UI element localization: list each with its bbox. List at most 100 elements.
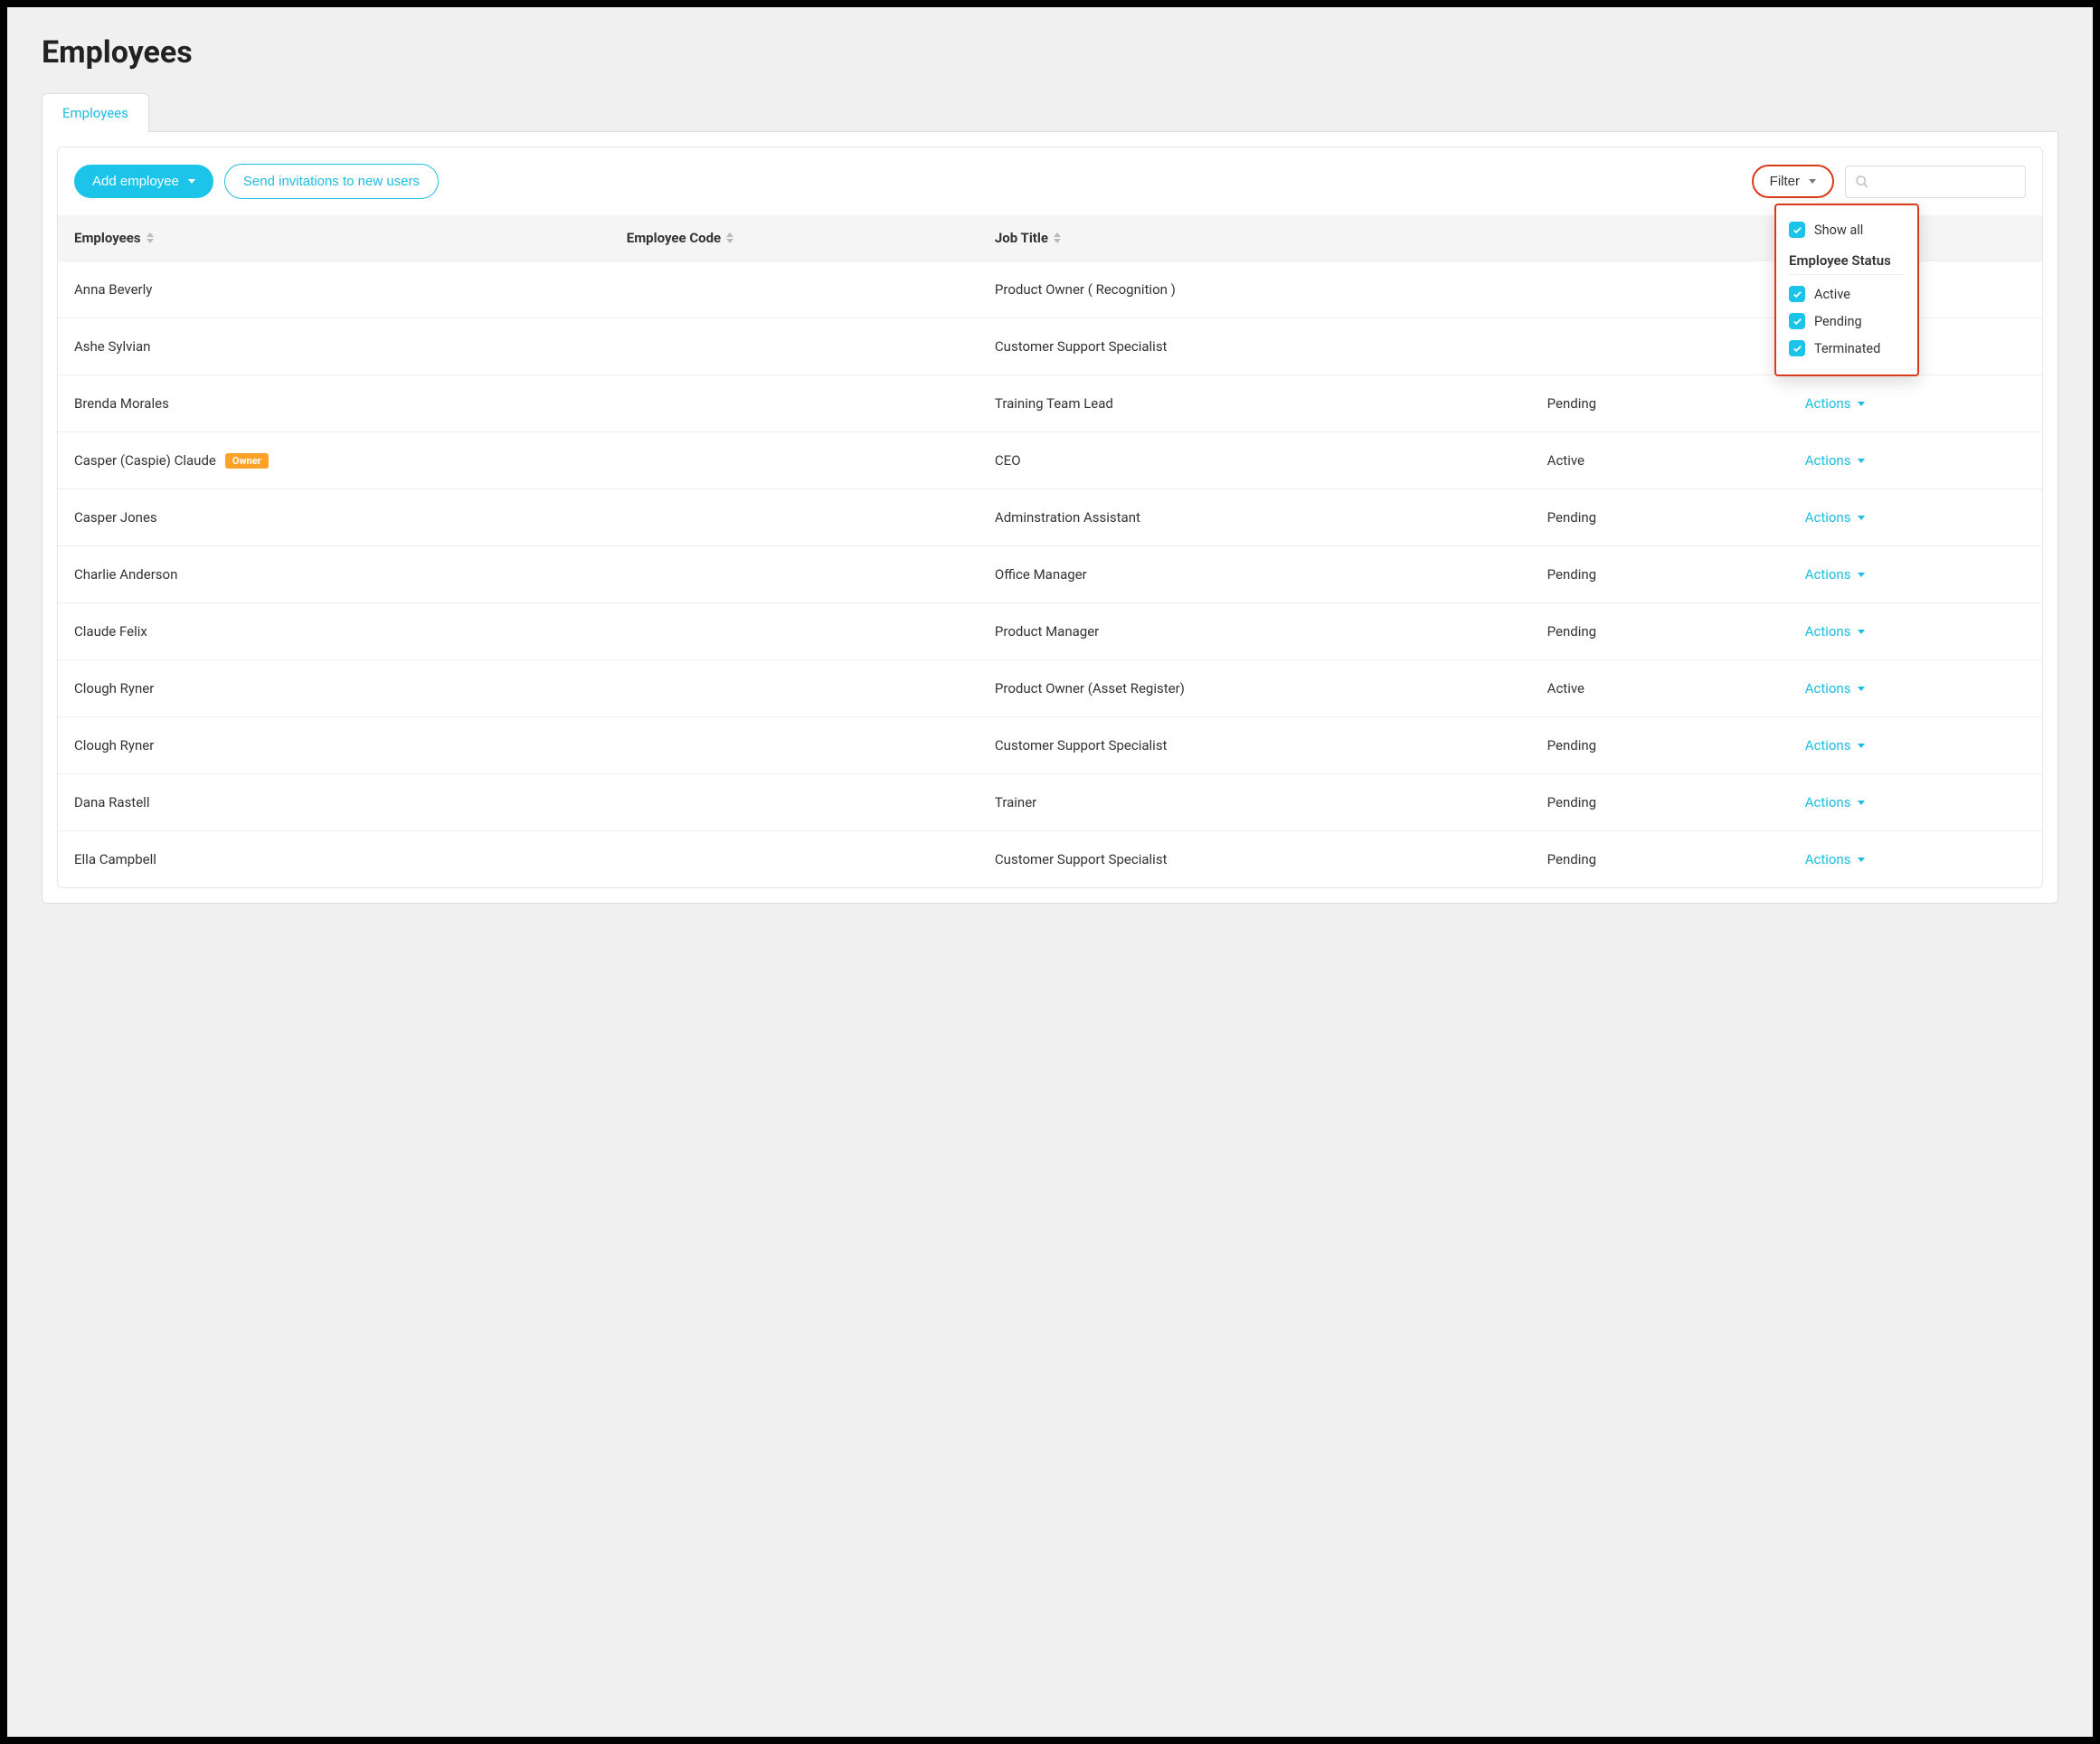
chevron-down-icon	[188, 179, 195, 184]
employee-name-cell: Casper (Caspie) Claude Owner	[74, 452, 627, 469]
filter-option-label: Terminated	[1814, 341, 1880, 356]
employee-name-cell: Brenda Morales	[74, 395, 627, 412]
filter-option-terminated[interactable]: Terminated	[1789, 335, 1905, 362]
employee-name: Casper Jones	[74, 509, 157, 526]
chevron-down-icon	[1858, 459, 1865, 463]
filter-option-label: Pending	[1814, 314, 1862, 329]
row-actions-button[interactable]: Actions	[1805, 395, 2026, 412]
employee-name: Clough Ryner	[74, 737, 154, 754]
job-title-cell: Product Owner (Asset Register)	[995, 680, 1547, 697]
row-actions-button[interactable]: Actions	[1805, 851, 2026, 867]
table-row: Ashe SylvianCustomer Support SpecialistA…	[58, 318, 2042, 374]
column-header-employees[interactable]: Employees	[74, 230, 627, 246]
chevron-down-icon	[1858, 744, 1865, 748]
status-cell: Pending	[1547, 737, 1805, 754]
checkbox-checked-icon	[1789, 340, 1805, 356]
status-cell: Pending	[1547, 509, 1805, 526]
filter-option-label: Active	[1814, 287, 1850, 302]
job-title-cell: Training Team Lead	[995, 395, 1547, 412]
search-icon	[1855, 175, 1869, 189]
status-cell: Pending	[1547, 851, 1805, 867]
employee-name-cell: Clough Ryner	[74, 680, 627, 697]
row-actions-button[interactable]: Actions	[1805, 680, 2026, 697]
job-title-cell: Customer Support Specialist	[995, 737, 1547, 754]
page-title: Employees	[42, 34, 2058, 71]
chevron-down-icon	[1858, 687, 1865, 691]
row-actions-button[interactable]: Actions	[1805, 794, 2026, 810]
actions-label: Actions	[1805, 566, 1851, 583]
employee-name: Anna Beverly	[74, 281, 152, 298]
owner-badge: Owner	[225, 453, 269, 469]
employee-name: Clough Ryner	[74, 680, 154, 697]
column-header-label: Job Title	[995, 230, 1048, 246]
actions-label: Actions	[1805, 452, 1851, 469]
actions-label: Actions	[1805, 680, 1851, 697]
add-employee-button[interactable]: Add employee	[74, 165, 213, 198]
employee-name: Ashe Sylvian	[74, 338, 150, 355]
send-invitations-label: Send invitations to new users	[243, 174, 420, 189]
status-cell: Active	[1547, 680, 1805, 697]
job-title-cell: Adminstration Assistant	[995, 509, 1547, 526]
table-row: Clough Ryner Customer Support SpecialistP…	[58, 716, 2042, 773]
employee-name: Ella Campbell	[74, 851, 156, 867]
filter-option-active[interactable]: Active	[1789, 280, 1905, 308]
tab-employees[interactable]: Employees	[42, 93, 149, 132]
row-actions-button[interactable]: Actions	[1805, 566, 2026, 583]
actions-label: Actions	[1805, 851, 1851, 867]
row-actions-button[interactable]: Actions	[1805, 452, 2026, 469]
employee-name: Charlie Anderson	[74, 566, 177, 583]
sort-icon	[726, 232, 733, 243]
status-cell: Pending	[1547, 623, 1805, 640]
column-header-label: Employee Code	[627, 230, 721, 246]
column-header-label: Employees	[74, 230, 141, 246]
checkbox-checked-icon	[1789, 313, 1805, 329]
actions-label: Actions	[1805, 509, 1851, 526]
employee-name-cell: Casper Jones	[74, 509, 627, 526]
sort-icon	[147, 232, 154, 243]
app-window: Employees Employees Add employee Send in…	[7, 7, 2093, 1737]
employee-name: Claude Felix	[74, 623, 147, 640]
table-row: Claude Felix Product ManagerPendingAction…	[58, 602, 2042, 659]
filter-option-pending[interactable]: Pending	[1789, 308, 1905, 335]
column-header-employee-code[interactable]: Employee Code	[627, 230, 995, 246]
filter-show-all[interactable]: Show all	[1789, 216, 1905, 243]
search-box[interactable]	[1845, 166, 2026, 198]
chevron-down-icon	[1858, 573, 1865, 577]
filter-button[interactable]: Filter	[1752, 165, 1834, 198]
job-title-cell: Office Manager	[995, 566, 1547, 583]
filter-dropdown-panel: Show all Employee Status Active Pending	[1774, 204, 1919, 376]
job-title-cell: Trainer	[995, 794, 1547, 810]
employee-name-cell: Anna Beverly	[74, 281, 627, 298]
actions-label: Actions	[1805, 623, 1851, 640]
table-header-row: Employees Employee Code Job Title	[58, 215, 2042, 261]
column-header-job-title[interactable]: Job Title	[995, 230, 1547, 246]
table-body: Anna BeverlyProduct Owner ( Recognition …	[58, 261, 2042, 887]
row-actions-button[interactable]: Actions	[1805, 623, 2026, 640]
employees-table: Employees Employee Code Job Title	[58, 215, 2042, 887]
table-row: Charlie AndersonOffice ManagerPendingAct…	[58, 545, 2042, 602]
employee-name-cell: Clough Ryner	[74, 737, 627, 754]
checkbox-checked-icon	[1789, 222, 1805, 238]
employee-name-cell: Ella Campbell	[74, 851, 627, 867]
job-title-cell: Customer Support Specialist	[995, 338, 1547, 355]
table-row: Ella Campbell Customer Support Specialist…	[58, 830, 2042, 887]
employee-name-cell: Claude Felix	[74, 623, 627, 640]
job-title-cell: Product Manager	[995, 623, 1547, 640]
search-input[interactable]	[1877, 175, 2016, 189]
row-actions-button[interactable]: Actions	[1805, 509, 2026, 526]
job-title-cell: CEO	[995, 452, 1547, 469]
table-row: Brenda MoralesTraining Team LeadPendingA…	[58, 374, 2042, 431]
tabs-row: Employees	[42, 92, 2058, 132]
job-title-cell: Customer Support Specialist	[995, 851, 1547, 867]
employee-name-cell: Ashe Sylvian	[74, 338, 627, 355]
sort-icon	[1054, 232, 1061, 243]
checkbox-checked-icon	[1789, 286, 1805, 302]
table-row: Dana Rastell TrainerPendingActions	[58, 773, 2042, 830]
employee-name: Casper (Caspie) Claude	[74, 452, 216, 469]
row-actions-button[interactable]: Actions	[1805, 737, 2026, 754]
send-invitations-button[interactable]: Send invitations to new users	[224, 164, 439, 199]
content-panel: Add employee Send invitations to new use…	[42, 132, 2058, 904]
actions-label: Actions	[1805, 737, 1851, 754]
employee-name-cell: Dana Rastell	[74, 794, 627, 810]
status-cell: Pending	[1547, 794, 1805, 810]
